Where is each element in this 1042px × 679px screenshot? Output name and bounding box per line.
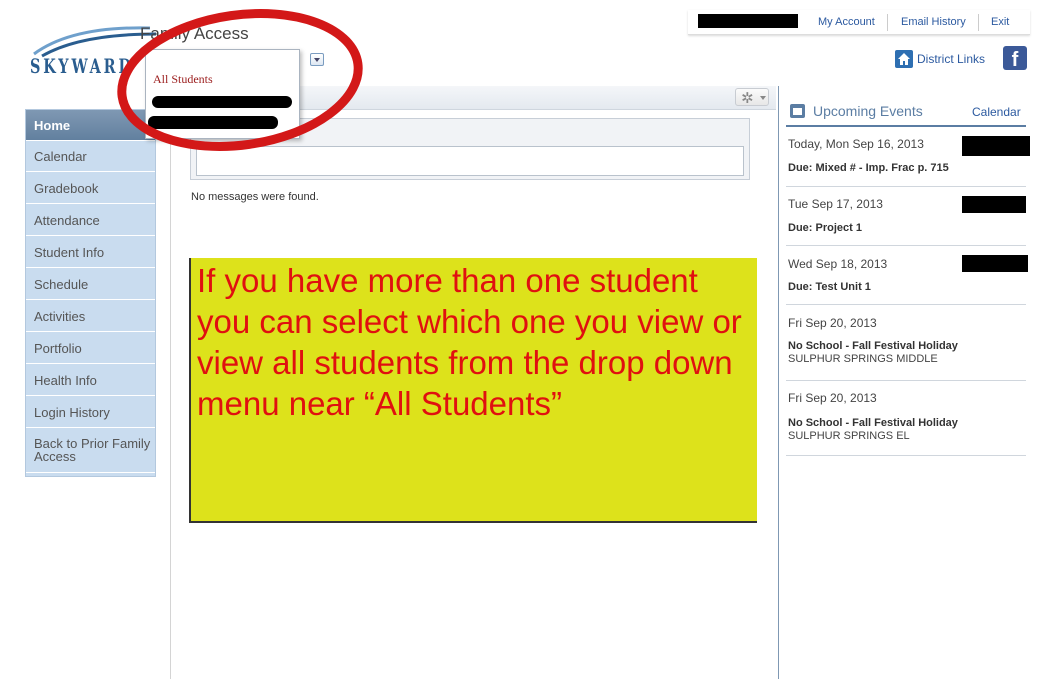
top-bar: My Account Email History Exit xyxy=(688,10,1030,35)
events-divider xyxy=(786,125,1026,127)
callout-text: If you have more than one student you ca… xyxy=(197,262,742,422)
event-date: Fri Sep 20, 2013 xyxy=(788,391,877,405)
event-date: Today, Mon Sep 16, 2013 xyxy=(788,137,924,151)
district-links-label: District Links xyxy=(917,52,986,66)
logo-wordmark: SKYWARD xyxy=(30,54,134,78)
redacted-user-name xyxy=(698,14,798,28)
empty-messages-text: No messages were found. xyxy=(191,191,319,203)
divider xyxy=(978,14,979,31)
gear-icon: ✲ xyxy=(741,90,754,107)
instruction-callout: If you have more than one student you ca… xyxy=(189,258,757,523)
sidebar-item-attendance[interactable]: Attendance xyxy=(26,205,155,236)
event-title: No School - Fall Festival Holiday xyxy=(788,417,958,429)
divider xyxy=(887,14,888,31)
skyward-logo: SKYWARD xyxy=(28,24,158,78)
email-history-link[interactable]: Email History xyxy=(901,16,966,28)
exit-link[interactable]: Exit xyxy=(991,16,1009,28)
message-input[interactable] xyxy=(196,146,744,176)
district-house-icon xyxy=(895,50,913,68)
event-item[interactable]: Fri Sep 20, 2013 No School - Fall Festiv… xyxy=(786,391,1026,456)
student-dropdown[interactable]: All Students xyxy=(145,49,300,139)
sidebar-item-back-to-prior[interactable]: Back to Prior Family Access xyxy=(26,429,155,473)
my-account-link[interactable]: My Account xyxy=(818,16,875,28)
redacted-student-name xyxy=(962,255,1028,272)
event-title: No School - Fall Festival Holiday xyxy=(788,340,958,352)
chevron-down-icon xyxy=(760,96,766,100)
sidebar-item-login-history[interactable]: Login History xyxy=(26,397,155,428)
event-item[interactable]: Fri Sep 20, 2013 No School - Fall Festiv… xyxy=(786,316,1026,381)
redacted-student-name xyxy=(962,136,1030,156)
sidebar-item-gradebook[interactable]: Gradebook xyxy=(26,173,155,204)
sidebar-item-calendar[interactable]: Calendar xyxy=(26,141,155,172)
event-location: SULPHUR SPRINGS MIDDLE xyxy=(788,353,938,365)
redacted-student-name xyxy=(962,196,1026,213)
app-title: Family Access xyxy=(140,24,249,43)
main-column-divider xyxy=(170,86,171,679)
events-column-divider xyxy=(778,86,779,679)
redacted-student-option[interactable] xyxy=(148,116,278,129)
sidebar-item-student-info[interactable]: Student Info xyxy=(26,237,155,268)
event-date: Wed Sep 18, 2013 xyxy=(788,257,888,271)
event-date: Fri Sep 20, 2013 xyxy=(788,316,877,330)
sidebar-item-activities[interactable]: Activities xyxy=(26,301,155,332)
sidebar-item-schedule[interactable]: Schedule xyxy=(26,269,155,300)
sidebar-item-home[interactable]: Home xyxy=(26,110,155,141)
event-title: Due: Test Unit 1 xyxy=(788,281,871,293)
facebook-icon[interactable]: f xyxy=(1003,46,1027,71)
dropdown-arrow-icon[interactable] xyxy=(310,53,324,66)
settings-menu-button[interactable]: ✲ xyxy=(735,88,769,107)
event-date: Tue Sep 17, 2013 xyxy=(788,197,883,211)
sidebar-nav: Home Calendar Gradebook Attendance Stude… xyxy=(25,109,156,477)
event-location: SULPHUR SPRINGS EL xyxy=(788,430,910,442)
calendar-icon xyxy=(790,104,805,118)
sidebar-item-health-info[interactable]: Health Info xyxy=(26,365,155,396)
dropdown-option-all-students[interactable]: All Students xyxy=(153,72,213,87)
sidebar-item-portfolio[interactable]: Portfolio xyxy=(26,333,155,364)
redacted-student-option[interactable] xyxy=(152,96,292,108)
event-title: Due: Project 1 xyxy=(788,222,862,234)
calendar-link[interactable]: Calendar xyxy=(972,105,1021,119)
event-title: Due: Mixed # - Imp. Frac p. 715 xyxy=(788,162,949,174)
events-title: Upcoming Events xyxy=(813,103,923,119)
